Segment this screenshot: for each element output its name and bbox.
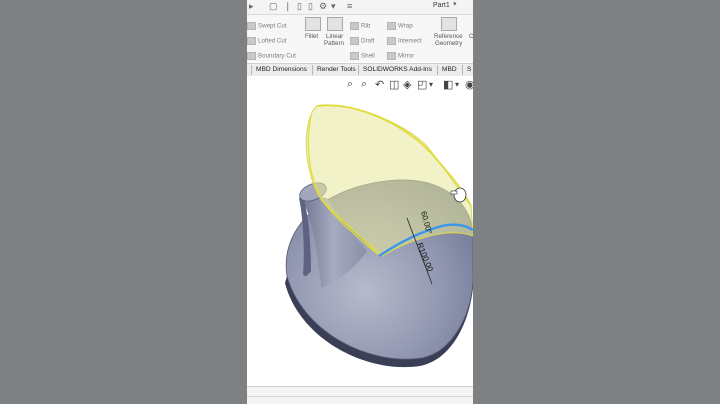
lofted-cut-icon	[247, 37, 256, 45]
lofted-cut-button[interactable]: Lofted Cut	[247, 37, 287, 45]
gear-icon[interactable]: ⚙	[319, 1, 327, 12]
tab-render-tools[interactable]: Render Tools	[317, 66, 356, 73]
chevron-down-icon[interactable]: ▾	[331, 1, 336, 12]
shell-label: Shell	[361, 52, 375, 60]
reference-geometry-label-1[interactable]: Reference	[434, 33, 463, 40]
command-manager-tabs: MBD Dimensions Render Tools SOLIDWORKS A…	[247, 63, 473, 77]
swept-cut-icon	[247, 22, 256, 30]
boundary-cut-label: Boundary Cut	[258, 52, 296, 60]
hide-show-icon[interactable]: ◉	[465, 78, 473, 91]
title-dropdown-icon[interactable]: ▾	[453, 0, 457, 8]
feature-ribbon: Swept Cut Lofted Cut Boundary Cut Fillet…	[247, 15, 473, 62]
status-bar	[247, 386, 473, 404]
display-style-icon[interactable]: ◧	[443, 78, 453, 91]
wrap-label: Wrap	[398, 22, 413, 30]
reference-geometry-icon[interactable]	[441, 17, 457, 31]
draft-icon	[350, 37, 359, 45]
tab-separator	[312, 65, 313, 75]
zoom-to-fit-icon[interactable]: ⌕	[347, 78, 353, 91]
rib-label: Rib	[361, 22, 371, 30]
tab-mbd[interactable]: MBD	[442, 66, 457, 73]
tab-solidworks-add-ins[interactable]: SOLIDWORKS Add-Ins	[363, 66, 432, 73]
mirror-icon	[387, 52, 396, 60]
back-arrow-icon[interactable]: ▸	[249, 1, 254, 12]
tab-mbd-dimensions[interactable]: MBD Dimensions	[256, 66, 307, 73]
swept-cut-button[interactable]: Swept Cut	[247, 22, 287, 30]
lofted-cut-label: Lofted Cut	[258, 37, 287, 45]
file-icon[interactable]: ▯	[297, 1, 302, 12]
fillet-button[interactable]: Fillet	[305, 33, 318, 40]
draft-button[interactable]: Draft	[350, 37, 374, 45]
paperclip-icon[interactable]: ❘	[284, 1, 292, 12]
wrap-button[interactable]: Wrap	[387, 22, 413, 30]
document-title: Part1	[433, 2, 450, 9]
dynamic-annotation-icon[interactable]: ◈	[403, 78, 411, 91]
tab-separator	[462, 65, 463, 75]
reference-geometry-label-2[interactable]: Geometry	[435, 40, 462, 47]
status-divider	[247, 396, 473, 397]
boundary-cut-icon	[247, 52, 256, 60]
linear-pattern-icon[interactable]	[327, 17, 343, 31]
boundary-cut-button[interactable]: Boundary Cut	[247, 52, 296, 60]
clipboard-icon[interactable]: ▢	[269, 1, 278, 12]
intersect-button[interactable]: Intersect	[387, 37, 422, 45]
zoom-to-area-icon[interactable]: ⌕	[361, 78, 367, 91]
mirror-button[interactable]: Mirror	[387, 52, 414, 60]
view-orientation-dropdown-icon[interactable]: ▾	[429, 80, 433, 89]
linear-pattern-label-1[interactable]: Linear	[326, 33, 343, 40]
draft-label: Draft	[361, 37, 375, 45]
model-view[interactable]: 60.00° R100.00	[247, 76, 473, 386]
right-letterbox	[473, 0, 720, 404]
rib-button[interactable]: Rib	[350, 22, 370, 30]
linear-pattern-label-2[interactable]: Pattern	[324, 40, 344, 47]
shell-icon	[350, 52, 359, 60]
mirror-label: Mirror	[398, 52, 415, 60]
graphics-area[interactable]: 60.00° R100.00	[247, 76, 473, 386]
intersect-label: Intersect	[398, 37, 422, 45]
file-icon-2[interactable]: ▯	[308, 1, 313, 12]
curves-button-partial[interactable]: C	[469, 33, 473, 40]
section-view-icon[interactable]: ◫	[389, 78, 399, 91]
quick-access-toolbar: ▸ ▢ ❘ ▯ ▯ ⚙ ▾ ≡ Part1 ▾	[247, 0, 473, 15]
previous-view-icon[interactable]: ↶	[375, 78, 384, 91]
tab-separator	[437, 65, 438, 75]
solidworks-window: ▸ ▢ ❘ ▯ ▯ ⚙ ▾ ≡ Part1 ▾ Swept Cut Lofted…	[247, 0, 473, 404]
tab-separator	[358, 65, 359, 75]
rib-icon	[350, 22, 359, 30]
shell-button[interactable]: Shell	[350, 52, 375, 60]
options-menu-icon[interactable]: ≡	[347, 1, 352, 11]
view-orientation-icon[interactable]: ◰	[417, 78, 427, 91]
swept-cut-label: Swept Cut	[258, 22, 287, 30]
tab-partial[interactable]: S	[467, 66, 471, 73]
left-letterbox	[0, 0, 247, 404]
wrap-icon	[387, 22, 396, 30]
intersect-icon	[387, 37, 396, 45]
display-style-dropdown-icon[interactable]: ▾	[455, 80, 459, 89]
tab-separator	[251, 65, 252, 75]
fillet-icon[interactable]	[305, 17, 321, 31]
